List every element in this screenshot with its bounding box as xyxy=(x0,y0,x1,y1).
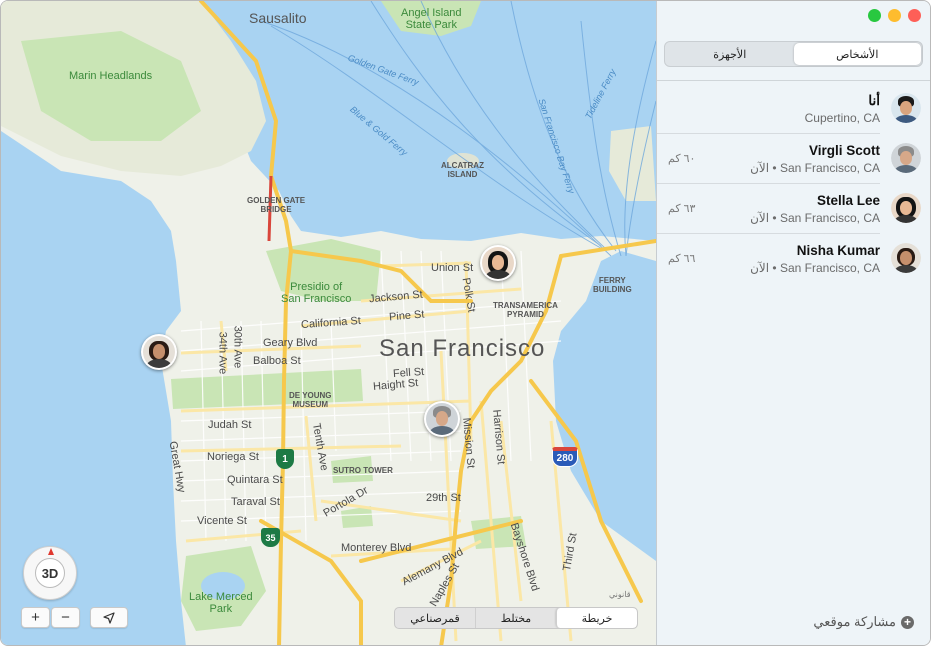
avatar xyxy=(891,243,921,273)
interstate-280-shield: 280 xyxy=(552,447,578,467)
map-view-mode-segmented-control: قمرصناعي مختلط خريطة xyxy=(394,607,638,629)
label-29th-st: 29th St xyxy=(426,492,461,504)
person-distance: ٦٦ كم xyxy=(668,253,696,265)
zoom-out-button[interactable]: − xyxy=(51,607,80,628)
zoom-in-button[interactable]: + xyxy=(21,607,50,628)
divider xyxy=(657,80,930,81)
person-name: أنا xyxy=(868,93,880,108)
compass-north-icon xyxy=(48,548,54,555)
label-san-francisco: San Francisco xyxy=(379,335,546,362)
avatar xyxy=(891,143,921,173)
route-35-shield: 35 xyxy=(261,528,280,547)
label-union-st: Union St xyxy=(431,262,474,274)
avatar xyxy=(891,193,921,223)
label-noriega-st: Noriega St xyxy=(207,451,259,463)
3d-toggle-button[interactable]: 3D xyxy=(35,558,65,588)
person-row-stella-lee[interactable]: Stella Lee San Francisco, CA • الآن ٦٣ ك… xyxy=(657,184,930,234)
view-mode-satellite[interactable]: قمرصناعي xyxy=(395,608,475,628)
person-row-me[interactable]: أنا Cupertino, CA xyxy=(657,84,930,134)
label-presidio: Presidio of San Francisco xyxy=(281,281,352,305)
map-pin-nisha-kumar[interactable] xyxy=(141,334,177,370)
label-30th-ave: 30th Ave xyxy=(231,325,244,369)
label-sausalito: Sausalito xyxy=(249,10,307,26)
view-mode-map[interactable]: خريطة xyxy=(556,608,637,628)
map-view[interactable]: Sausalito Angel Island State Park Marin … xyxy=(1,1,656,645)
location-arrow-icon xyxy=(103,611,115,624)
map-pin-stella-lee[interactable] xyxy=(480,245,516,281)
avatar xyxy=(891,93,921,123)
zoom-window-button[interactable] xyxy=(868,9,881,22)
label-de-young: DE YOUNG MUSEUM xyxy=(289,391,332,409)
minimize-window-button[interactable] xyxy=(888,9,901,22)
label-monterey-blvd: Monterey Blvd xyxy=(341,542,412,554)
compass-control[interactable]: 3D xyxy=(23,546,77,600)
person-row-virgli-scott[interactable]: Virgli Scott San Francisco, CA • الآن ٦٠… xyxy=(657,134,930,184)
person-location: San Francisco, CA • الآن xyxy=(750,211,880,225)
person-name: Stella Lee xyxy=(816,193,880,208)
label-balboa-st: Balboa St xyxy=(253,355,301,367)
view-mode-hybrid[interactable]: مختلط xyxy=(475,608,556,628)
label-vicente-st: Vicente St xyxy=(197,515,247,527)
person-location: San Francisco, CA • الآن xyxy=(750,161,880,175)
tab-people[interactable]: الأشخاص xyxy=(793,43,921,65)
label-taraval-st: Taraval St xyxy=(231,496,280,508)
person-location: San Francisco, CA • الآن xyxy=(750,261,880,275)
label-angel-island: Angel Island State Park xyxy=(401,7,462,31)
label-ferry-building: FERRY BUILDING xyxy=(593,276,632,294)
label-lake-merced: Lake Merced Park xyxy=(189,591,253,615)
route-1-shield: 1 xyxy=(276,449,294,469)
person-row-nisha-kumar[interactable]: Nisha Kumar San Francisco, CA • الآن ٦٦ … xyxy=(657,234,930,284)
label-34th-ave: 34th Ave xyxy=(216,331,229,375)
close-window-button[interactable] xyxy=(908,9,921,22)
label-alcatraz: ALCATRAZ ISLAND xyxy=(441,161,484,179)
add-circle-icon: + xyxy=(901,615,914,629)
people-devices-tabs: الأجهزة الأشخاص xyxy=(664,41,923,67)
label-judah-st: Judah St xyxy=(208,419,252,431)
share-my-location-button[interactable]: + مشاركة موقعي xyxy=(813,614,914,630)
label-geary-blvd: Geary Blvd xyxy=(263,337,318,349)
person-location: Cupertino, CA xyxy=(804,111,880,125)
find-my-window: Sausalito Angel Island State Park Marin … xyxy=(0,0,931,646)
map-pin-virgli-scott[interactable] xyxy=(424,401,460,437)
person-name: Virgli Scott xyxy=(808,143,880,158)
share-my-location-label: مشاركة موقعي xyxy=(813,614,896,629)
label-quintara-st: Quintara St xyxy=(227,474,283,486)
person-distance: ٦٠ كم xyxy=(668,153,696,165)
current-location-button[interactable] xyxy=(90,607,128,628)
label-golden-gate-bridge: GOLDEN GATE BRIDGE xyxy=(247,196,306,214)
label-marin-headlands: Marin Headlands xyxy=(69,70,153,82)
tab-devices[interactable]: الأجهزة xyxy=(666,43,794,65)
label-sutro-tower: SUTRO TOWER xyxy=(333,466,393,475)
person-distance: ٦٣ كم xyxy=(668,203,696,215)
sidebar: الأجهزة الأشخاص أنا Cupertino, CA Virgli… xyxy=(656,1,930,645)
person-name: Nisha Kumar xyxy=(796,243,880,258)
legal-link[interactable]: قانوني xyxy=(609,590,631,599)
label-transamerica: TRANSAMERICA PYRAMID xyxy=(493,301,558,319)
